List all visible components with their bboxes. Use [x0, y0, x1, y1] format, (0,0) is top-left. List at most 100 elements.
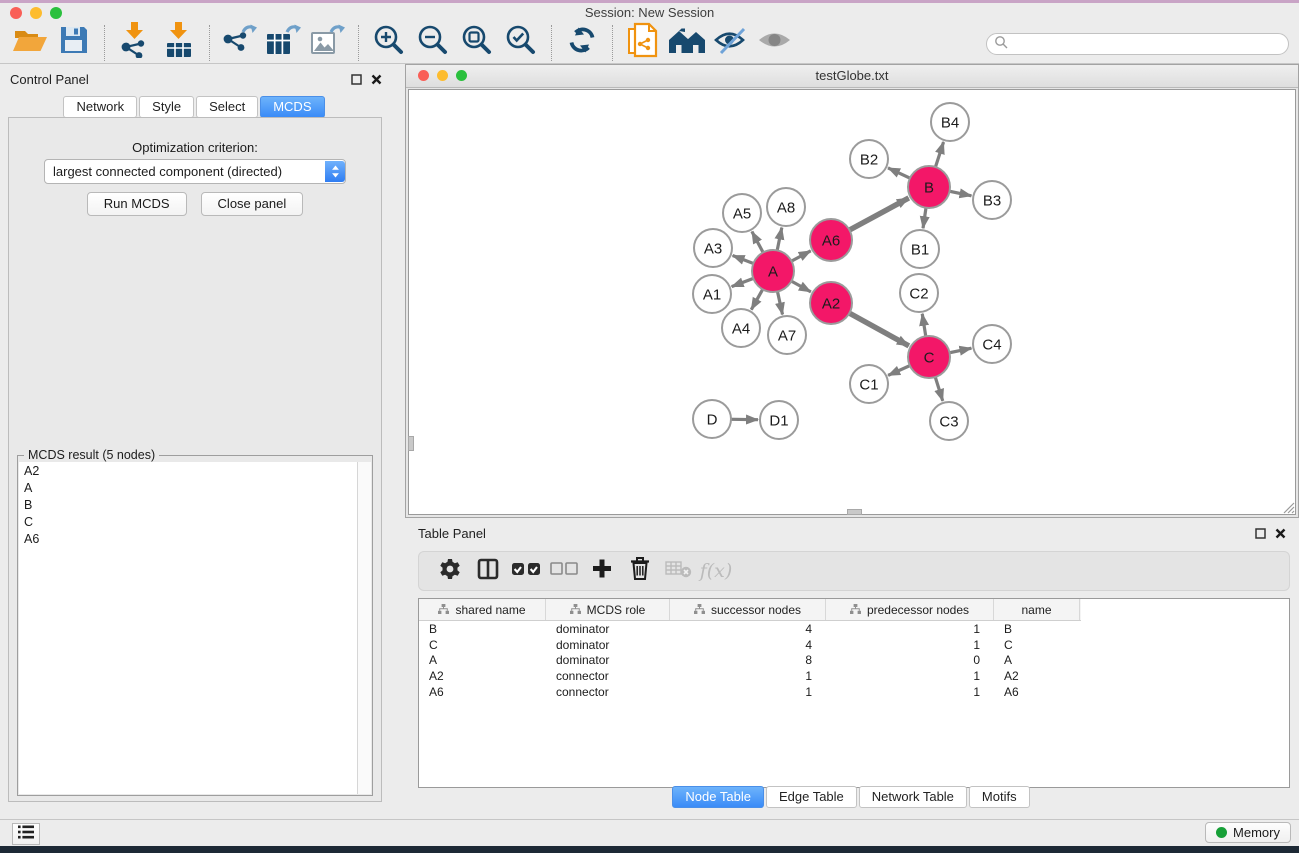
memory-button[interactable]: Memory [1205, 822, 1291, 843]
criterion-dropdown[interactable]: largest connected component (directed) [44, 159, 346, 184]
export-image-button[interactable] [306, 24, 350, 62]
node-label-A: A [768, 263, 778, 280]
column-header-shared-name[interactable]: shared name [419, 599, 546, 620]
add-column-plus-button[interactable] [583, 552, 621, 590]
export-network-button[interactable] [218, 24, 262, 62]
import-network-button[interactable] [113, 24, 157, 62]
mcds-result-title: MCDS result (5 nodes) [24, 448, 159, 462]
node-B4[interactable]: B4 [931, 103, 969, 141]
node-label-A5: A5 [733, 205, 751, 222]
result-list-scrollbar[interactable] [357, 462, 371, 794]
zoom-out-icon [415, 22, 451, 63]
table-row[interactable]: Cdominator41C [419, 637, 1289, 653]
node-C4[interactable]: C4 [973, 325, 1011, 363]
save-session-icon [59, 25, 89, 60]
mcds-result-item[interactable]: C [19, 513, 358, 530]
network-canvas[interactable]: B4 B2 B B3 B1 C2 A5 A8A6 A3 A A1A4 A7A2 C C4 C1 C3 D D1 [408, 89, 1296, 515]
node-A5[interactable]: A5 [723, 194, 761, 232]
node-C1[interactable]: C1 [850, 365, 888, 403]
search-field[interactable] [986, 33, 1289, 55]
node-A2[interactable]: A2 [810, 282, 852, 324]
node-D[interactable]: D [693, 400, 731, 438]
search-icon [994, 35, 1008, 54]
node-B3[interactable]: B3 [973, 181, 1011, 219]
mcds-result-item[interactable]: A2 [19, 462, 358, 479]
node-D1[interactable]: D1 [760, 401, 798, 439]
task-history-button[interactable] [12, 823, 40, 845]
table-row[interactable]: A2connector11A2 [419, 668, 1289, 684]
delete-column-trash-button[interactable] [621, 552, 659, 590]
table-cell: 1 [826, 638, 994, 652]
table-tab-node-table[interactable]: Node Table [672, 786, 764, 808]
resize-grip-icon[interactable] [1281, 500, 1295, 514]
mcds-result-item[interactable]: B [19, 496, 358, 513]
tab-style[interactable]: Style [139, 96, 194, 118]
close-table-panel-icon[interactable] [1275, 526, 1286, 544]
node-C2[interactable]: C2 [900, 274, 938, 312]
float-table-panel-icon[interactable] [1255, 526, 1266, 544]
node-C[interactable]: C [908, 336, 950, 378]
close-panel-icon[interactable] [371, 72, 382, 90]
node-C3[interactable]: C3 [930, 402, 968, 440]
node-label-B: B [924, 179, 934, 196]
home-views-button[interactable] [665, 24, 709, 62]
import-table-button[interactable] [157, 24, 201, 62]
canvas-horizontal-scroll-thumb[interactable] [847, 509, 862, 515]
table-row[interactable]: Adominator80A [419, 653, 1289, 669]
column-label: shared name [455, 603, 525, 617]
node-A[interactable]: A [752, 250, 794, 292]
table-tab-edge-table[interactable]: Edge Table [766, 786, 857, 808]
tab-mcds[interactable]: MCDS [260, 96, 324, 118]
mcds-result-item[interactable]: A [19, 479, 358, 496]
zoom-in-button[interactable] [367, 24, 411, 62]
split-columns-button[interactable] [469, 552, 507, 590]
copy-network-document-button[interactable] [621, 24, 665, 62]
zoom-out-button[interactable] [411, 24, 455, 62]
table-tab-motifs[interactable]: Motifs [969, 786, 1030, 808]
node-B1[interactable]: B1 [901, 230, 939, 268]
node-A8[interactable]: A8 [767, 188, 805, 226]
column-header-name[interactable]: name [994, 599, 1080, 620]
show-visibility-button[interactable] [753, 24, 797, 62]
zoom-fit-button[interactable] [455, 24, 499, 62]
show-columns-checked-button[interactable] [507, 552, 545, 590]
table-row[interactable]: Bdominator41B [419, 621, 1289, 637]
mcds-tab-content: Optimization criterion: largest connecte… [8, 117, 382, 802]
hide-columns-unchecked-button[interactable] [545, 552, 583, 590]
table-cell: A [419, 653, 546, 667]
hide-visibility-button[interactable] [709, 24, 753, 62]
run-mcds-button[interactable]: Run MCDS [87, 192, 187, 216]
close-panel-button[interactable]: Close panel [201, 192, 304, 216]
node-A4[interactable]: A4 [722, 309, 760, 347]
canvas-vertical-scroll-thumb[interactable] [408, 436, 414, 451]
node-A3[interactable]: A3 [694, 229, 732, 267]
tab-network[interactable]: Network [63, 96, 137, 118]
table-tab-network-table[interactable]: Network Table [859, 786, 967, 808]
node-label-A4: A4 [732, 320, 750, 337]
column-header-MCDS-role[interactable]: MCDS role [546, 599, 670, 620]
table-row[interactable]: A6connector11A6 [419, 684, 1289, 700]
column-header-successor-nodes[interactable]: successor nodes [670, 599, 826, 620]
float-panel-icon[interactable] [351, 72, 362, 90]
zoom-selected-button[interactable] [499, 24, 543, 62]
search-input[interactable] [1012, 36, 1288, 52]
save-session-button[interactable] [52, 24, 96, 62]
memory-label: Memory [1233, 825, 1280, 840]
delete-column-trash-icon [629, 556, 651, 586]
column-header-predecessor-nodes[interactable]: predecessor nodes [826, 599, 994, 620]
node-A7[interactable]: A7 [768, 316, 806, 354]
network-graph[interactable]: B4 B2 B B3 B1 C2 A5 A8A6 A3 A A1A4 A7A2 C C4 C1 C3 D D1 [409, 90, 1297, 516]
open-file-button[interactable] [8, 24, 52, 62]
home-views-icon [667, 25, 707, 60]
node-A6[interactable]: A6 [810, 219, 852, 261]
hierarchy-icon [438, 603, 449, 617]
refresh-button[interactable] [560, 24, 604, 62]
tab-select[interactable]: Select [196, 96, 258, 118]
export-table-button[interactable] [262, 24, 306, 62]
node-B2[interactable]: B2 [850, 140, 888, 178]
mcds-result-item[interactable]: A6 [19, 530, 358, 547]
node-label-B1: B1 [911, 241, 929, 258]
node-B[interactable]: B [908, 166, 950, 208]
settings-gear-button[interactable] [431, 552, 469, 590]
node-A1[interactable]: A1 [693, 275, 731, 313]
